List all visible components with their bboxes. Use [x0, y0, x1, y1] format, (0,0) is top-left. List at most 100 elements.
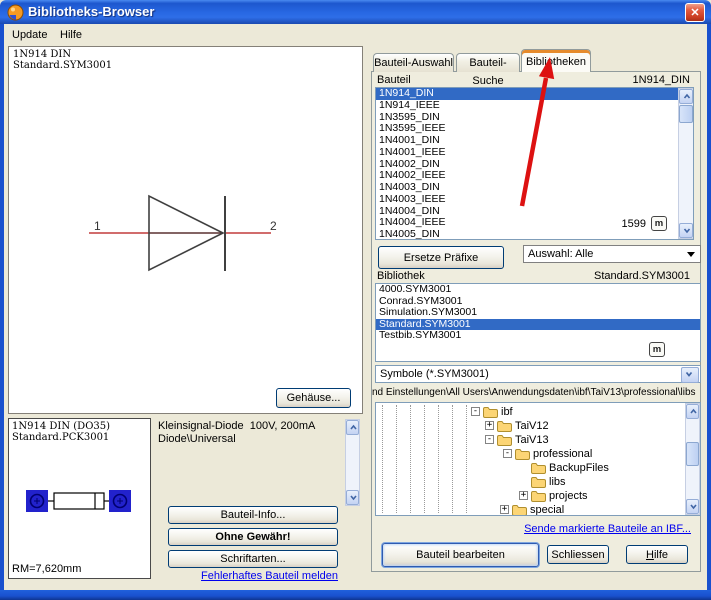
- tab-label: Bauteil-Suche: [469, 57, 506, 87]
- diode-symbol-drawing: 1 2: [9, 47, 362, 413]
- tree-node-taiv12[interactable]: + TaiV12: [485, 419, 549, 432]
- package-part-name: 1N914 DIN (DO35): [12, 421, 110, 433]
- schriftarten-button[interactable]: Schriftarten...: [168, 550, 338, 568]
- folder-icon: [483, 406, 498, 418]
- expand-icon[interactable]: +: [519, 491, 528, 500]
- tree-guide: [438, 405, 439, 513]
- chevron-down-icon[interactable]: [681, 367, 699, 383]
- tree-node-label: TaiV13: [515, 434, 549, 446]
- window-border-right: [707, 24, 711, 590]
- ersetze-praefixe-button[interactable]: Ersetze Präfixe: [378, 246, 504, 269]
- raster-measure-label: RM=7,620mm: [12, 563, 81, 575]
- tree-node-ibf[interactable]: - ibf: [471, 405, 513, 418]
- tab-bauteil-suche[interactable]: Bauteil-Suche: [456, 53, 520, 72]
- tree-node-label: libs: [549, 476, 566, 488]
- gehaeuse-button[interactable]: Gehäuse...: [276, 388, 351, 408]
- close-button[interactable]: ✕: [685, 3, 705, 22]
- scroll-down-button[interactable]: [346, 490, 359, 505]
- folder-tree: - ibf + TaiV12 - TaiV13 - professional B…: [375, 402, 701, 516]
- tab-label: Bauteil-Auswahl: [374, 57, 453, 69]
- list-item[interactable]: 1N4003_IEEE: [376, 194, 693, 206]
- library-path-label: nd Einstellungen\All Users\Anwendungsdat…: [372, 387, 702, 398]
- scroll-up-button[interactable]: [686, 404, 699, 419]
- tree-guide: [396, 405, 397, 513]
- menu-hilfe[interactable]: Hilfe: [56, 27, 86, 43]
- symbole-type-value: Symbole (*.SYM3001): [380, 368, 489, 380]
- symbole-type-combo[interactable]: Symbole (*.SYM3001): [375, 365, 701, 383]
- scroll-thumb[interactable]: [686, 442, 699, 466]
- list-item[interactable]: 1N4003_DIN: [376, 182, 693, 194]
- menu-update[interactable]: Update: [8, 27, 51, 43]
- tree-scrollbar[interactable]: [685, 403, 700, 515]
- folder-icon: [512, 504, 527, 516]
- folder-icon: [497, 434, 512, 446]
- description-scrollbar[interactable]: [345, 419, 360, 506]
- report-faulty-part-link[interactable]: Fehlerhaftes Bauteil melden: [168, 570, 338, 582]
- bibliotheks-browser-window: Bibliotheks-Browser ✕ Update Hilfe 1N914…: [0, 0, 711, 600]
- hilfe-button[interactable]: Hilfe: [626, 545, 688, 564]
- bauteil-info-label: Bauteil-Info...: [169, 507, 337, 524]
- tab-bauteil-auswahl[interactable]: Bauteil-Auswahl: [373, 53, 454, 72]
- collapse-icon[interactable]: -: [471, 407, 480, 416]
- tree-guide: [466, 405, 467, 513]
- part-description-line2: Diode\Universal: [158, 433, 236, 446]
- hilfe-label: Hilfe: [627, 546, 687, 564]
- tree-node-label: professional: [533, 448, 592, 460]
- gehaeuse-button-label: Gehäuse...: [277, 389, 350, 408]
- list-item[interactable]: 1N914_DIN: [376, 88, 679, 100]
- scroll-up-button[interactable]: [679, 89, 693, 104]
- symbol-preview-panel: 1N914 DIN Standard.SYM3001 1 2: [8, 46, 363, 414]
- tree-node-label: special: [530, 504, 564, 516]
- scroll-down-button[interactable]: [686, 499, 699, 514]
- tree-node-professional[interactable]: - professional: [503, 447, 592, 460]
- tree-node-libs[interactable]: libs: [531, 475, 566, 488]
- parts-scrollbar[interactable]: [678, 88, 694, 239]
- send-parts-link[interactable]: Sende markierte Bauteile an IBF...: [500, 523, 691, 535]
- tab-bibliotheken[interactable]: Bibliotheken: [521, 49, 591, 72]
- ohne-gewaehr-button[interactable]: Ohne Gewähr!: [168, 528, 338, 546]
- tree-node-special[interactable]: + special: [500, 503, 564, 516]
- tree-guide: [424, 405, 425, 513]
- expand-icon[interactable]: +: [485, 421, 494, 430]
- list-item[interactable]: 1N4001_DIN: [376, 135, 693, 147]
- scroll-up-button[interactable]: [346, 420, 359, 435]
- ersetze-praefixe-label: Ersetze Präfixe: [379, 247, 503, 269]
- auswahl-combo[interactable]: Auswahl: Alle: [523, 245, 701, 263]
- tree-node-label: ibf: [501, 406, 513, 418]
- dropdown-arrow-icon[interactable]: [687, 252, 695, 257]
- tree-guide: [410, 405, 411, 513]
- package-preview-panel: 1N914 DIN (DO35) Standard.PCK3001 RM=7,6…: [8, 418, 151, 579]
- tree-node-projects[interactable]: + projects: [519, 489, 588, 502]
- tree-node-taiv13[interactable]: - TaiV13: [485, 433, 549, 446]
- m-button[interactable]: m: [651, 216, 667, 231]
- list-item[interactable]: Testbib.SYM3001: [376, 330, 700, 342]
- svg-text:1: 1: [94, 219, 101, 233]
- collapse-icon[interactable]: -: [485, 435, 494, 444]
- window-border-bottom: [0, 590, 711, 600]
- tree-guide: [382, 405, 383, 513]
- scroll-thumb[interactable]: [679, 105, 693, 123]
- tree-node-label: TaiV12: [515, 420, 549, 432]
- collapse-icon[interactable]: -: [503, 449, 512, 458]
- footprint-drawing: [9, 479, 150, 539]
- list-item[interactable]: 1N4001_IEEE: [376, 147, 693, 159]
- list-item[interactable]: 1N4005_DIN: [376, 229, 693, 240]
- window-title: Bibliotheks-Browser: [28, 0, 154, 24]
- m-button[interactable]: m: [649, 342, 665, 357]
- list-item[interactable]: 4000.SYM3001: [376, 284, 700, 296]
- bauteil-bearbeiten-label: Bauteil bearbeiten: [383, 544, 538, 567]
- app-icon: [7, 4, 24, 21]
- tree-node-backupfiles[interactable]: BackupFiles: [531, 461, 609, 474]
- library-list: 4000.SYM3001 Conrad.SYM3001 Simulation.S…: [375, 283, 701, 362]
- list-item[interactable]: 1N914_IEEE: [376, 100, 693, 112]
- expand-icon[interactable]: +: [500, 505, 509, 514]
- tree-guide: [452, 405, 453, 513]
- schliessen-button[interactable]: Schliessen: [547, 545, 609, 564]
- bauteil-bearbeiten-button[interactable]: Bauteil bearbeiten: [382, 543, 539, 567]
- folder-icon: [515, 448, 530, 460]
- parts-count: 1599: [601, 218, 646, 230]
- folder-icon: [531, 462, 546, 474]
- scroll-down-button[interactable]: [679, 223, 693, 238]
- bauteil-info-button[interactable]: Bauteil-Info...: [168, 506, 338, 524]
- package-library-name: Standard.PCK3001: [12, 432, 109, 444]
